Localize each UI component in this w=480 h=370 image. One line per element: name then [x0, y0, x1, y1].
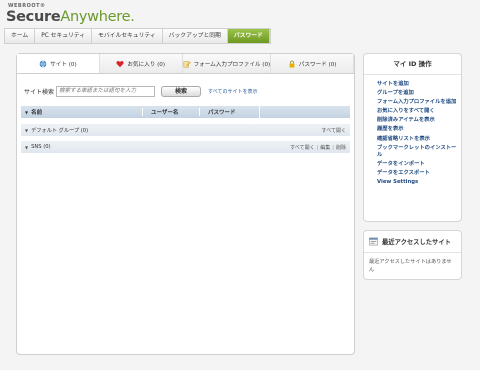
my-id-actions-list: サイトを追加 グループを追加 フォーム入力プロファイルを追加 お気に入りをすべて…	[364, 75, 461, 186]
recent-sites-header: 最近アクセスしたサイト	[364, 231, 461, 253]
tab-bar: サイト (0) お気に入り (0) フォーム入力プロファイル (0) パスワード…	[17, 54, 355, 74]
main-nav: ホーム PC セキュリティ モバイルセキュリティ バックアップと同期 パスワード	[4, 28, 271, 44]
expand-triangle-icon[interactable]: ▼	[25, 145, 28, 150]
recent-sites-title: 最近アクセスしたサイト	[382, 239, 451, 246]
lock-icon	[289, 60, 295, 67]
nav-home[interactable]: ホーム	[5, 29, 36, 43]
separator: |	[316, 144, 319, 151]
group-name: SNS (0)	[31, 144, 51, 150]
globe-icon	[39, 60, 47, 67]
brand-logo: SecureAnywhere.	[6, 9, 135, 25]
nav-backup-sync[interactable]: バックアップと同期	[163, 29, 228, 43]
group-actions: すべて開く | 編集 | 削除	[290, 144, 346, 151]
open-all-link[interactable]: すべて開く	[290, 145, 314, 151]
show-history-link[interactable]: 履歴を表示	[377, 126, 461, 133]
show-never-ask-list-link[interactable]: 確認省略リストを表示	[377, 136, 461, 143]
show-deleted-items-link[interactable]: 削除済みアイテムを表示	[377, 117, 461, 124]
search-input[interactable]	[56, 85, 156, 97]
my-id-actions-panel: マイ ID 操作 サイトを追加 グループを追加 フォーム入力プロファイルを追加 …	[363, 53, 462, 222]
nav-pc-security[interactable]: PC セキュリティ	[35, 29, 93, 43]
search-row: サイト検索 検索 すべてのサイトを表示	[24, 85, 257, 97]
group-row-default[interactable]: ▼ デフォルト グループ (0) すべて開く	[21, 124, 350, 136]
add-site-link[interactable]: サイトを追加	[377, 81, 461, 88]
open-all-link[interactable]: すべて開く	[322, 127, 346, 134]
brand-anywhere: Anywhere.	[60, 9, 135, 25]
separator: |	[332, 144, 334, 151]
recent-sites-panel: 最近アクセスしたサイト 最近アクセスしたサイトはありません	[363, 230, 462, 280]
recent-sites-icon	[369, 237, 378, 246]
my-id-actions-title: マイ ID 操作	[364, 54, 461, 75]
group-row-sns[interactable]: ▼ SNS (0) すべて開く | 編集 | 削除	[21, 141, 350, 153]
column-spacer	[259, 106, 350, 118]
tab-passwords[interactable]: パスワード (0)	[271, 54, 355, 73]
column-username[interactable]: ユーザー名	[142, 108, 199, 116]
delete-link[interactable]: 削除	[336, 145, 346, 151]
table-header: ▼ 名前 ユーザー名 パスワード	[21, 106, 350, 118]
tab-favorites[interactable]: お気に入り (0)	[99, 54, 183, 73]
install-bookmarklet-link[interactable]: ブックマークレットのインストール	[377, 145, 461, 159]
recent-sites-empty-text: 最近アクセスしたサイトはありません	[369, 259, 452, 273]
import-data-link[interactable]: データをインポート	[377, 161, 461, 168]
search-button[interactable]: 検索	[161, 85, 202, 97]
tab-sites[interactable]: サイト (0)	[17, 54, 100, 73]
add-form-profile-link[interactable]: フォーム入力プロファイルを追加	[377, 99, 461, 106]
tab-passwords-label: パスワード (0)	[298, 61, 337, 68]
view-settings-link[interactable]: View Settings	[377, 179, 461, 186]
nav-passwords[interactable]: パスワード	[227, 29, 270, 43]
add-group-link[interactable]: グループを追加	[377, 90, 461, 97]
column-password[interactable]: パスワード	[199, 108, 259, 116]
search-label: サイト検索	[24, 88, 55, 96]
column-name[interactable]: ▼ 名前	[21, 108, 142, 116]
sort-arrow-icon: ▼	[25, 110, 29, 115]
main-panel: サイト (0) お気に入り (0) フォーム入力プロファイル (0) パスワード…	[16, 53, 355, 355]
expand-triangle-icon[interactable]: ▼	[25, 128, 28, 133]
edit-link[interactable]: 編集	[320, 145, 330, 151]
open-all-favorites-link[interactable]: お気に入りをすべて開く	[377, 108, 461, 115]
heart-icon	[116, 60, 124, 67]
column-name-label: 名前	[31, 110, 43, 116]
nav-mobile-security[interactable]: モバイルセキュリティ	[92, 29, 163, 43]
tab-form-profiles-label: フォーム入力プロファイル (0)	[193, 61, 271, 68]
tab-favorites-label: お気に入り (0)	[127, 61, 165, 68]
show-all-sites-link[interactable]: すべてのサイトを表示	[208, 88, 257, 95]
group-name: デフォルト グループ (0)	[31, 127, 89, 134]
export-data-link[interactable]: データをエクスポート	[377, 170, 461, 177]
tab-sites-label: サイト (0)	[50, 61, 77, 68]
tab-form-profiles[interactable]: フォーム入力プロファイル (0)	[182, 54, 272, 73]
brand-secure: Secure	[6, 9, 61, 25]
form-pencil-icon	[183, 60, 191, 67]
